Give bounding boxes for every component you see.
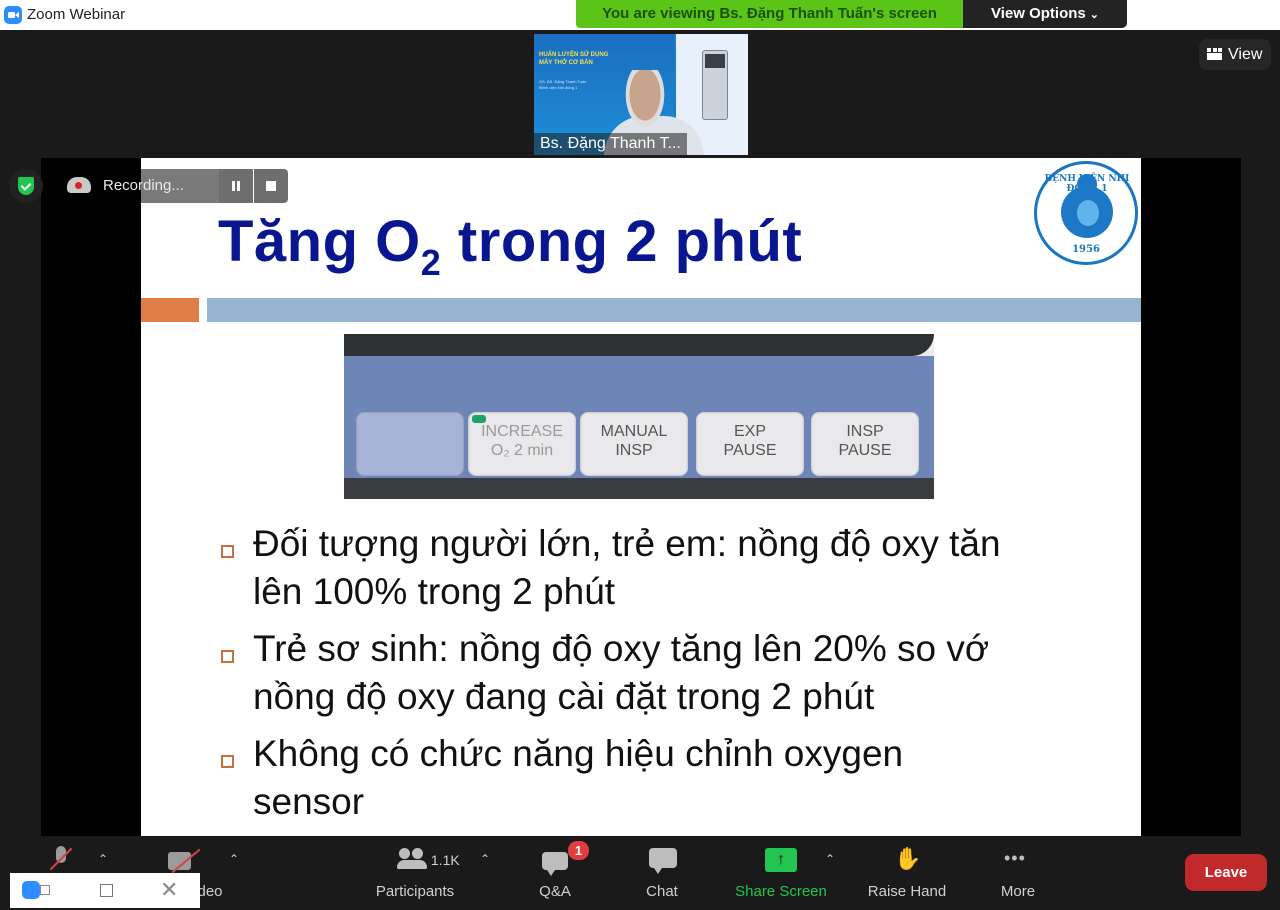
slide-title-post: trong 2 phút xyxy=(441,209,803,274)
share-screen-arrow-icon: ↑ xyxy=(765,848,797,872)
panel-key-increase-o2: INCREASE O₂ 2 min xyxy=(468,412,576,476)
bullet-line: nồng độ oxy đang cài đặt trong 2 phút xyxy=(253,676,875,717)
maximize-icon[interactable] xyxy=(100,884,113,897)
key-line1: MANUAL xyxy=(600,423,668,440)
recording-bar: Recording... xyxy=(9,169,288,203)
leave-button[interactable]: Leave xyxy=(1185,854,1267,891)
bullet-square-icon xyxy=(221,545,234,558)
pause-recording-button[interactable] xyxy=(219,169,253,203)
qa-notification-badge: 1 xyxy=(568,841,589,860)
key-line2: PAUSE xyxy=(838,442,892,459)
participants-label: Participants xyxy=(375,883,455,900)
shared-screen-area: Tăng O2 trong 2 phút BỆNH VIỆN NHI ĐỒNG … xyxy=(41,158,1241,836)
bullet-square-icon xyxy=(221,650,234,663)
hospital-logo: BỆNH VIỆN NHI ĐỒNG 1 1956 xyxy=(1034,161,1138,265)
raise-hand-icon: ✋ xyxy=(894,846,922,871)
slide-title-subscript: 2 xyxy=(420,242,442,283)
video-slide-subtitle: GS. BS. Đặng Thanh Tuấn Bệnh viện Nhi đồ… xyxy=(539,79,587,91)
share-screen-label: Share Screen xyxy=(735,883,827,900)
bullet-line: lên 100% trong 2 phút xyxy=(253,571,616,612)
grid-view-icon xyxy=(1207,48,1222,60)
logo-year: 1956 xyxy=(1072,244,1100,255)
panel-key-exp-pause: EXP PAUSE xyxy=(696,412,804,476)
slide-title: Tăng O2 trong 2 phút xyxy=(218,208,802,284)
slide-accent-bar-blue xyxy=(207,298,1141,322)
microphone-muted-icon xyxy=(52,846,70,874)
more-label: More xyxy=(1000,883,1036,900)
panel-top-edge xyxy=(344,334,934,356)
minimized-window-controls: ✕ xyxy=(10,873,200,908)
cloud-recording-icon xyxy=(67,177,91,193)
slide-accent-bar-orange xyxy=(141,298,199,322)
chat-button[interactable]: Chat xyxy=(630,836,694,910)
led-indicator xyxy=(472,415,486,423)
participants-icon xyxy=(397,848,427,869)
ventilator-image xyxy=(702,50,728,120)
panel-key-insp-pause: INSP PAUSE xyxy=(811,412,919,476)
slide-bullet-list: Đối tượng người lớn, trẻ em: nồng độ oxy… xyxy=(219,520,1049,835)
participants-count: 1.1K xyxy=(430,852,460,868)
key-line2: INSP xyxy=(615,442,653,459)
key-line1: INCREASE xyxy=(481,423,563,440)
presentation-slide: Tăng O2 trong 2 phút BỆNH VIỆN NHI ĐỒNG … xyxy=(141,158,1141,836)
raise-hand-label: Raise Hand xyxy=(867,883,947,900)
chat-icon xyxy=(649,848,677,874)
restore-icon[interactable] xyxy=(40,885,50,895)
bullet-line: Trẻ sơ sinh: nồng độ oxy tăng lên 20% so… xyxy=(253,628,990,669)
bullet-square-icon xyxy=(221,755,234,768)
zoom-app-icon xyxy=(22,881,40,899)
bullet-line: sensor xyxy=(253,781,365,822)
chat-label: Chat xyxy=(646,883,678,900)
panel-keypad: INCREASE O₂ 2 min MANUAL INSP EXP PAUSE … xyxy=(344,356,934,478)
zoom-app-icon xyxy=(4,6,22,24)
bullet-item: Không có chức năng hiệu chỉnh oxygen sen… xyxy=(219,730,1049,826)
speaker-video-tile[interactable]: HUẤN LUYỆN SỬ DỤNG MÁY THỞ CƠ BẢN GS. BS… xyxy=(534,34,748,155)
close-icon[interactable]: ✕ xyxy=(160,877,178,903)
viewing-banner: You are viewing Bs. Đặng Thanh Tuấn's sc… xyxy=(576,0,963,28)
video-slide-sub-line2: Bệnh viện Nhi đồng 1 xyxy=(539,85,578,90)
view-layout-button[interactable]: View xyxy=(1199,39,1271,70)
video-slide-title-line2: MÁY THỞ CƠ BẢN xyxy=(539,60,593,66)
panel-key-manual-insp: MANUAL INSP xyxy=(580,412,688,476)
participants-count-wrap: 1.1K xyxy=(397,848,460,869)
bullet-line: Đối tượng người lớn, trẻ em: nồng độ oxy… xyxy=(253,523,1001,564)
bullet-item: Trẻ sơ sinh: nồng độ oxy tăng lên 20% so… xyxy=(219,625,1049,721)
bullet-item: Đối tượng người lớn, trẻ em: nồng độ oxy… xyxy=(219,520,1049,616)
view-label: View xyxy=(1228,46,1263,63)
logo-figure-head xyxy=(1077,174,1097,194)
speaker-name-label: Bs. Đặng Thanh T... xyxy=(534,133,687,155)
qa-icon xyxy=(542,852,568,876)
stop-recording-button[interactable] xyxy=(254,169,288,203)
view-options-button[interactable]: View Options ⌄ xyxy=(963,0,1127,28)
slide-title-pre: Tăng O xyxy=(218,209,421,274)
more-dots-icon: ••• xyxy=(1004,848,1026,868)
panel-bottom-edge xyxy=(344,478,934,499)
video-options-caret[interactable]: ⌃ xyxy=(229,852,239,866)
video-slide-title: HUẤN LUYỆN SỬ DỤNG MÁY THỞ CƠ BẢN xyxy=(539,51,608,67)
video-off-icon xyxy=(168,852,202,870)
chevron-down-icon: ⌄ xyxy=(1089,9,1099,21)
video-slide-title-line1: HUẤN LUYỆN SỬ DỤNG xyxy=(539,52,609,58)
panel-key-blank xyxy=(356,412,464,476)
key-line1: INSP xyxy=(846,423,884,440)
audio-options-caret[interactable]: ⌃ xyxy=(98,852,108,866)
speaker-head xyxy=(618,70,672,140)
window-title: Zoom Webinar xyxy=(27,6,126,23)
bullet-line: Không có chức năng hiệu chỉnh oxygen xyxy=(253,733,904,774)
recording-status: Recording... xyxy=(59,169,227,203)
recording-label: Recording... xyxy=(103,177,184,194)
participants-options-caret[interactable]: ⌃ xyxy=(480,852,490,866)
ventilator-panel-photo: INCREASE O₂ 2 min MANUAL INSP EXP PAUSE … xyxy=(344,334,934,499)
participants-button[interactable]: 1.1K Participants xyxy=(365,836,465,910)
qa-label: Q&A xyxy=(539,883,571,900)
key-line2: O₂ 2 min xyxy=(490,442,554,459)
key-line1: EXP xyxy=(733,423,766,440)
key-line2: PAUSE xyxy=(723,442,777,459)
view-options-label: View Options xyxy=(991,5,1086,22)
share-options-caret[interactable]: ⌃ xyxy=(825,852,835,866)
security-shield-icon[interactable] xyxy=(9,169,43,203)
